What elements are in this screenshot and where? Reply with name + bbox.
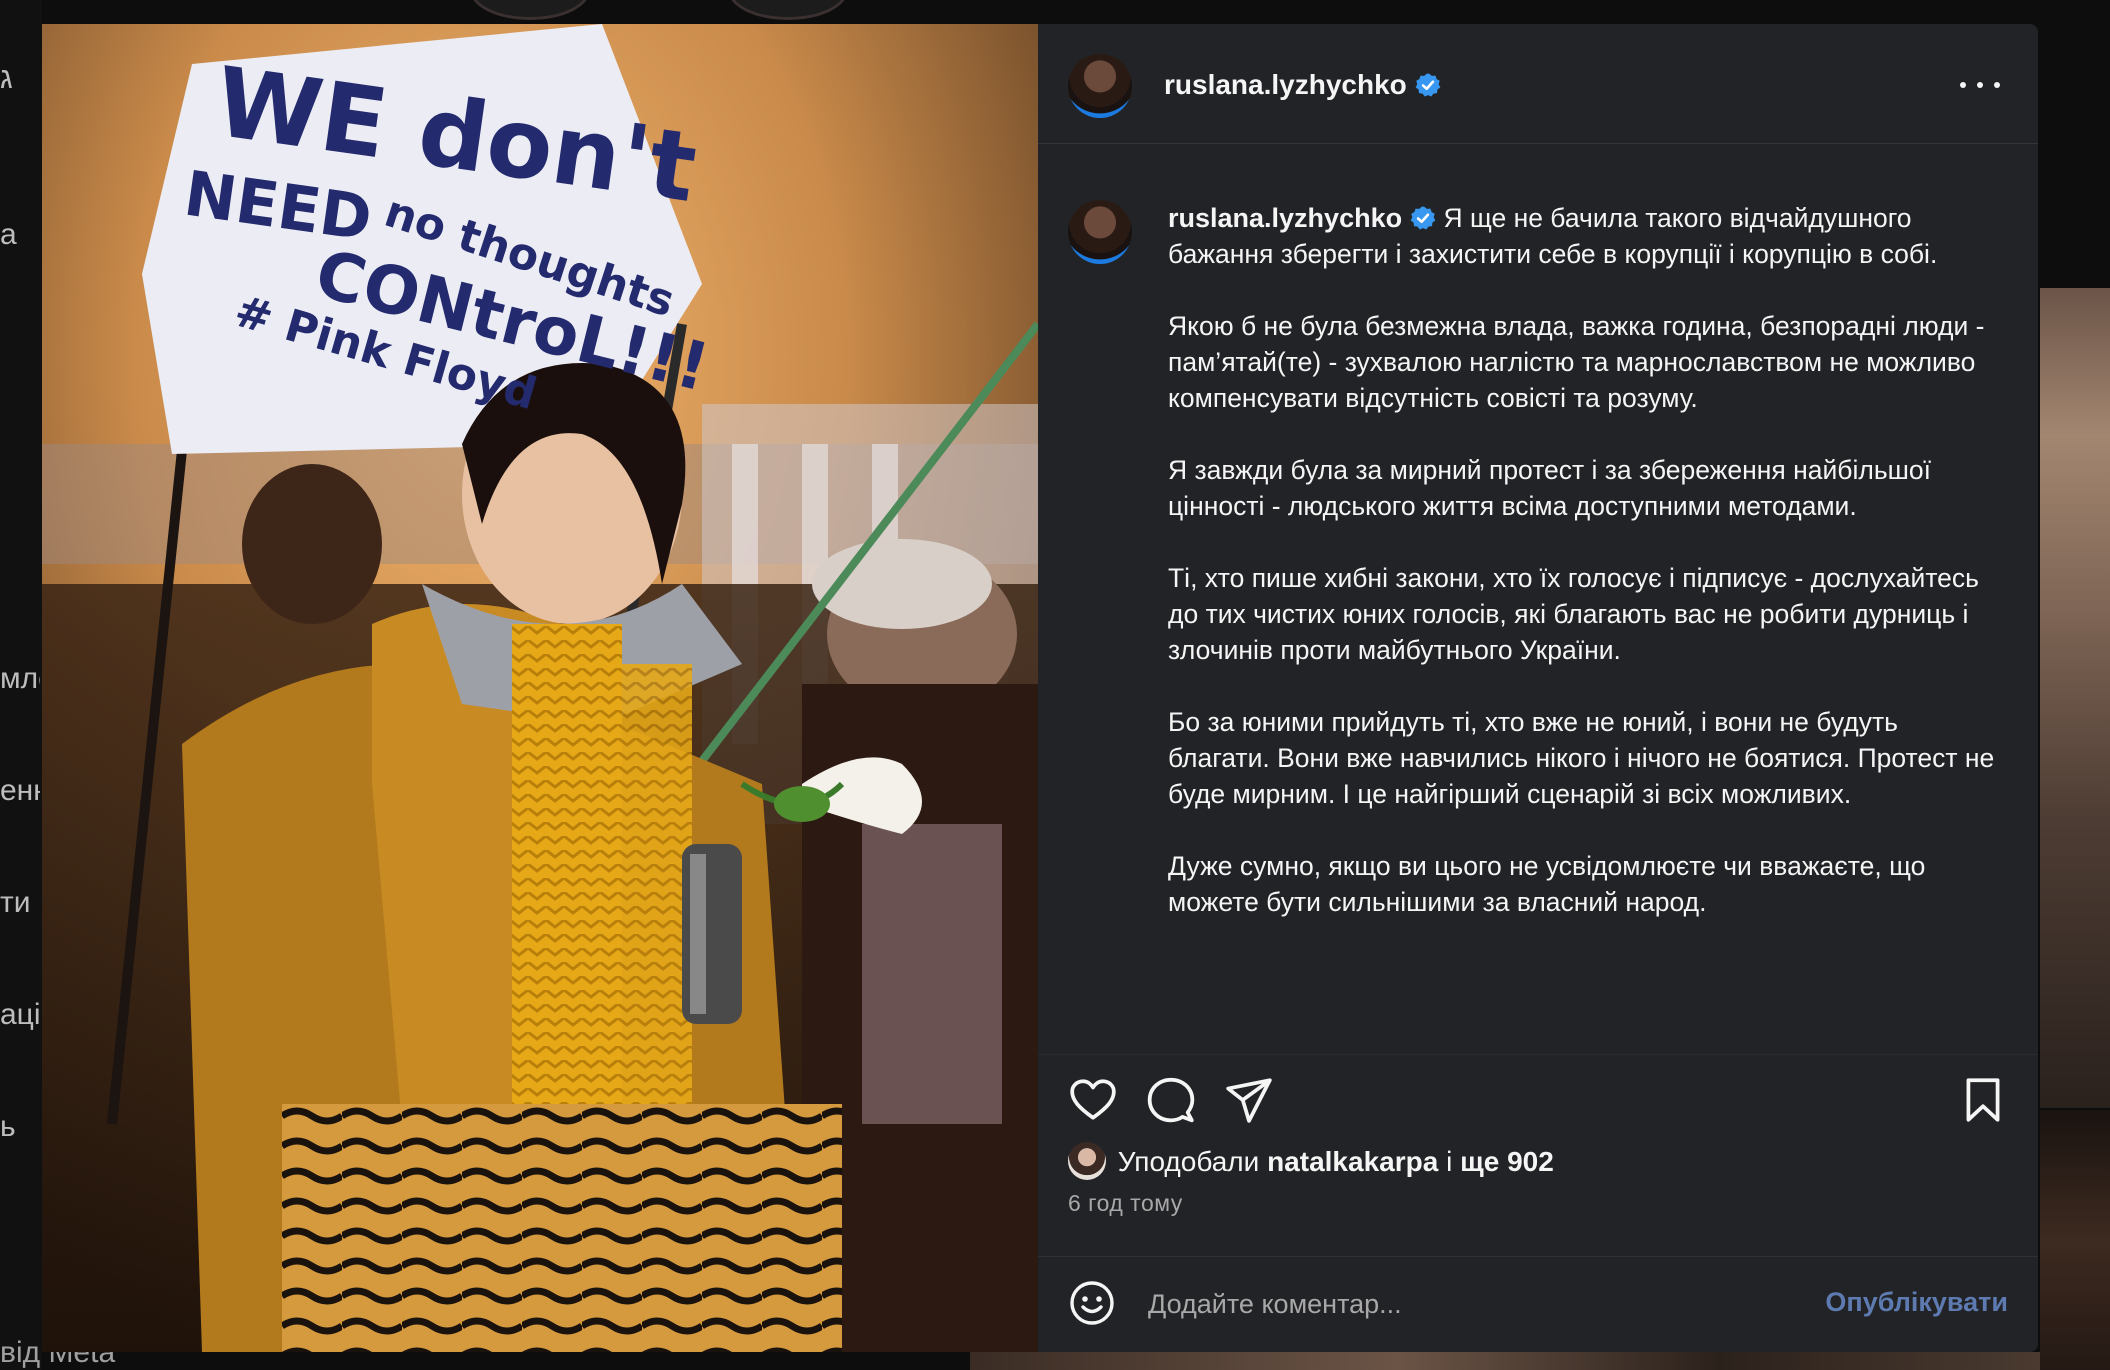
author-username[interactable]: ruslana.lyzhychko bbox=[1164, 69, 1407, 100]
background-left-nav: ג a мле енн ти аці ь bbox=[0, 0, 42, 1370]
likes-summary[interactable]: Уподобали natalkakarpa і ще 902 bbox=[1068, 1142, 1554, 1186]
post-timestamp[interactable]: 6 год тому bbox=[1068, 1190, 1183, 1217]
liker-avatar bbox=[1068, 1142, 1106, 1180]
heart-icon[interactable] bbox=[1068, 1075, 1118, 1125]
caption-paragraph: Дуже сумно, якщо ви цього не усвідомлюєт… bbox=[1168, 851, 1926, 917]
post-side-panel: ruslana.lyzhychko ruslana.lyzhychko Я ще… bbox=[1038, 24, 2038, 1352]
caption-author-avatar[interactable] bbox=[1068, 200, 1132, 264]
more-dot bbox=[1994, 82, 2000, 88]
bg-nav-fragment: енн bbox=[0, 774, 40, 807]
likes-middle: і bbox=[1446, 1146, 1453, 1177]
likes-prefix: Уподобали bbox=[1117, 1146, 1260, 1177]
verified-badge-icon bbox=[1410, 206, 1436, 230]
background-feed-image bbox=[970, 1352, 2040, 1370]
caption-paragraph: Ті, хто пише хибні закони, хто їх голосу… bbox=[1168, 563, 1979, 665]
more-dot bbox=[1977, 82, 1983, 88]
liker-username[interactable]: natalkakarpa bbox=[1267, 1146, 1438, 1177]
bg-nav-fragment: ти bbox=[0, 886, 31, 919]
background-feed-image bbox=[2040, 1110, 2110, 1370]
comment-input[interactable] bbox=[1148, 1283, 1748, 1325]
more-options-button[interactable] bbox=[1958, 70, 2002, 100]
bookmark-icon[interactable] bbox=[1958, 1075, 2008, 1125]
post-modal: WE don't NEED no thoughts CONtroL!!! # P… bbox=[42, 24, 2038, 1352]
post-comment-button[interactable]: Опублікувати bbox=[1825, 1287, 2008, 1318]
caption-paragraph: Я завжди була за мирний протест і за збе… bbox=[1168, 455, 1932, 521]
bg-story-avatar bbox=[470, 0, 590, 20]
caption-first-paragraph: ruslana.lyzhychko Я ще не бачила такого … bbox=[1168, 200, 1998, 272]
smiley-icon[interactable] bbox=[1068, 1279, 1116, 1327]
likes-count[interactable]: ще 902 bbox=[1460, 1146, 1554, 1177]
paper-plane-icon[interactable] bbox=[1224, 1075, 1274, 1125]
caption-text: ruslana.lyzhychko Я ще не бачила такого … bbox=[1168, 200, 1998, 920]
more-horizontal-icon bbox=[1960, 82, 1966, 88]
comment-bubble-icon[interactable] bbox=[1146, 1075, 1196, 1125]
bg-nav-fragment: a bbox=[0, 218, 17, 251]
background-feed-image bbox=[2040, 288, 2110, 1108]
author-avatar[interactable] bbox=[1068, 54, 1132, 118]
bg-nav-fragment: мле bbox=[0, 662, 40, 695]
caption-username[interactable]: ruslana.lyzhychko bbox=[1168, 203, 1402, 233]
comment-box: Опублікувати bbox=[1038, 1256, 2038, 1352]
caption-scroll-area[interactable]: ruslana.lyzhychko Я ще не бачила такого … bbox=[1038, 145, 2038, 1041]
verified-badge-icon bbox=[1415, 73, 1441, 97]
author-username-row[interactable]: ruslana.lyzhychko bbox=[1164, 69, 1441, 101]
bg-nav-fragment: ь bbox=[0, 1110, 16, 1143]
bg-nav-fragment: ג bbox=[0, 62, 13, 95]
post-photo: WE don't NEED no thoughts CONtroL!!! # P… bbox=[42, 24, 1038, 1352]
post-header: ruslana.lyzhychko bbox=[1038, 24, 2038, 144]
bg-nav-fragment: аці bbox=[0, 998, 40, 1031]
caption-paragraph: Бо за юними прийдуть ті, хто вже не юний… bbox=[1168, 707, 1995, 809]
protest-photo-illustration: WE don't NEED no thoughts CONtroL!!! # P… bbox=[42, 24, 1038, 1352]
caption-paragraph: Якою б не була безмежна влада, важка год… bbox=[1168, 311, 1985, 413]
post-actions-bar bbox=[1038, 1054, 2038, 1144]
bg-story-avatar bbox=[728, 0, 848, 20]
